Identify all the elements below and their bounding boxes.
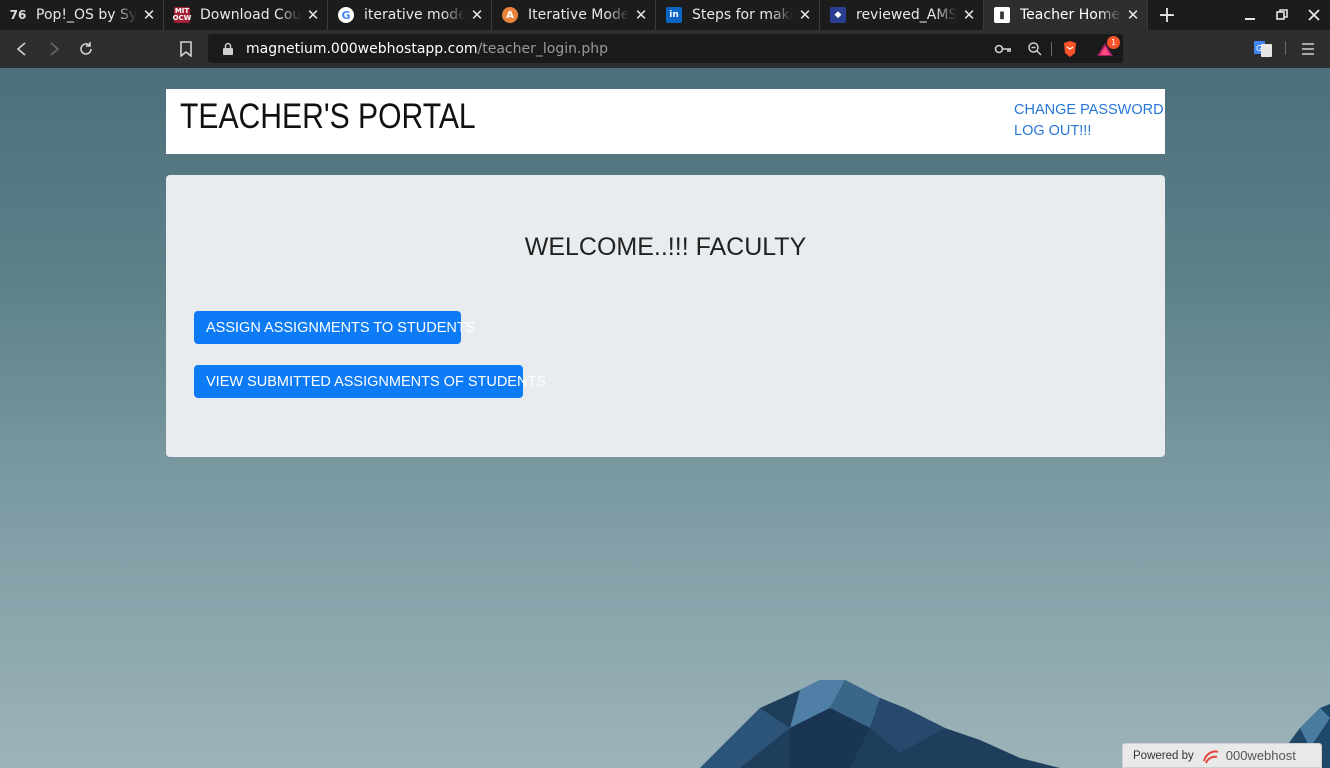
- view-submitted-assignments-button[interactable]: VIEW SUBMITTED ASSIGNMENTS OF STUDENTS: [194, 365, 546, 398]
- tab-mit-ocw[interactable]: MITOCW Download Course Materials ✕: [164, 0, 328, 30]
- back-icon[interactable]: [11, 38, 33, 60]
- new-tab-icon[interactable]: +: [1152, 0, 1182, 30]
- lock-icon[interactable]: [220, 41, 236, 57]
- menu-icon[interactable]: [1298, 39, 1318, 59]
- welcome-heading: WELCOME..!!! FACULTY: [524, 233, 807, 261]
- key-icon[interactable]: [994, 40, 1012, 58]
- tab-title: Download Course Materials: [200, 7, 301, 23]
- reload-icon[interactable]: [75, 38, 97, 60]
- tab-reviewed-ams[interactable]: ◆ reviewed_AMS.pdf ✕: [820, 0, 984, 30]
- tab-title: Steps for making a: [692, 7, 793, 23]
- portal-header: TEACHER'S PORTAL CHANGE PASSWORD LOG OUT…: [166, 89, 1165, 154]
- tab-google-search[interactable]: G iterative model - Google Search ✕: [328, 0, 492, 30]
- tab-title: Iterative Model: What is it and: [528, 7, 629, 23]
- browser-toolbar: magnetium.000webhostapp.com/teacher_logi…: [0, 30, 1330, 68]
- linkedin-icon: in: [666, 7, 682, 23]
- close-window-icon[interactable]: [1298, 0, 1330, 30]
- google-icon: G: [338, 7, 354, 23]
- bookmark-icon[interactable]: [175, 38, 197, 60]
- window-controls: [1234, 0, 1330, 30]
- change-password-link[interactable]: CHANGE PASSWORD: [1014, 101, 1164, 119]
- tab-linkedin[interactable]: in Steps for making a ✕: [656, 0, 820, 30]
- tab-teacher-homepage[interactable]: ▮ Teacher HomePage ✕: [984, 0, 1148, 30]
- tab-strip: 76 Pop!_OS by System76 ✕ MITOCW Download…: [0, 0, 1330, 30]
- system76-icon: 76: [9, 8, 27, 22]
- tab-iterative-model[interactable]: A Iterative Model: What is it and ✕: [492, 0, 656, 30]
- close-tab-icon[interactable]: ✕: [633, 6, 649, 24]
- 000webhost-logo-icon: [1202, 749, 1219, 763]
- assign-assignments-button[interactable]: ASSIGN ASSIGNMENTS TO STUDENTS: [194, 311, 475, 344]
- powered-by-badge[interactable]: Powered by 000webhost: [1122, 743, 1322, 768]
- rewards-badge: 1: [1107, 36, 1120, 49]
- google-translate-icon[interactable]: G: [1253, 39, 1273, 59]
- close-tab-icon[interactable]: ✕: [1125, 6, 1141, 24]
- tab-title: iterative model - Google Search: [364, 7, 465, 23]
- close-tab-icon[interactable]: ✕: [141, 6, 157, 24]
- welcome-card: WELCOME..!!! FACULTY ASSIGN ASSIGNMENTS …: [166, 175, 1165, 457]
- brave-shield-icon[interactable]: [1061, 40, 1079, 58]
- url-host: magnetium.000webhostapp.com: [246, 40, 478, 57]
- close-tab-icon[interactable]: ✕: [469, 6, 485, 24]
- powered-by-brand: 000webhost: [1225, 748, 1296, 763]
- header-links: CHANGE PASSWORD LOG OUT!!!: [1014, 101, 1164, 140]
- page-title: TEACHER'S PORTAL: [180, 97, 476, 136]
- url-text[interactable]: magnetium.000webhostapp.com/teacher_logi…: [246, 41, 608, 57]
- url-path: /teacher_login.php: [477, 40, 609, 57]
- tab-title: Teacher HomePage: [1020, 7, 1121, 23]
- restore-icon[interactable]: [1266, 0, 1298, 30]
- mit-ocw-icon: MIT OCW: [172, 7, 192, 23]
- zoom-icon[interactable]: [1026, 40, 1044, 58]
- shield-doc-icon: ◆: [830, 7, 846, 23]
- close-tab-icon[interactable]: ✕: [797, 6, 813, 24]
- logout-link[interactable]: LOG OUT!!!: [1014, 122, 1164, 140]
- page-viewport: TEACHER'S PORTAL CHANGE PASSWORD LOG OUT…: [0, 68, 1330, 768]
- page-icon: ▮: [994, 7, 1010, 23]
- tab-title: reviewed_AMS.pdf: [856, 7, 957, 23]
- tab-popos[interactable]: 76 Pop!_OS by System76 ✕: [0, 0, 164, 30]
- forward-icon[interactable]: [43, 38, 65, 60]
- powered-by-label: Powered by: [1133, 749, 1194, 762]
- minimize-icon[interactable]: [1234, 0, 1266, 30]
- divider: [1051, 42, 1052, 56]
- close-tab-icon[interactable]: ✕: [305, 6, 321, 24]
- divider: [1285, 41, 1286, 55]
- address-bar[interactable]: magnetium.000webhostapp.com/teacher_logi…: [208, 34, 1123, 63]
- a-logo-icon: A: [502, 7, 518, 23]
- close-tab-icon[interactable]: ✕: [961, 6, 977, 24]
- svg-text:G: G: [1256, 44, 1262, 53]
- tab-title: Pop!_OS by System76: [36, 7, 137, 23]
